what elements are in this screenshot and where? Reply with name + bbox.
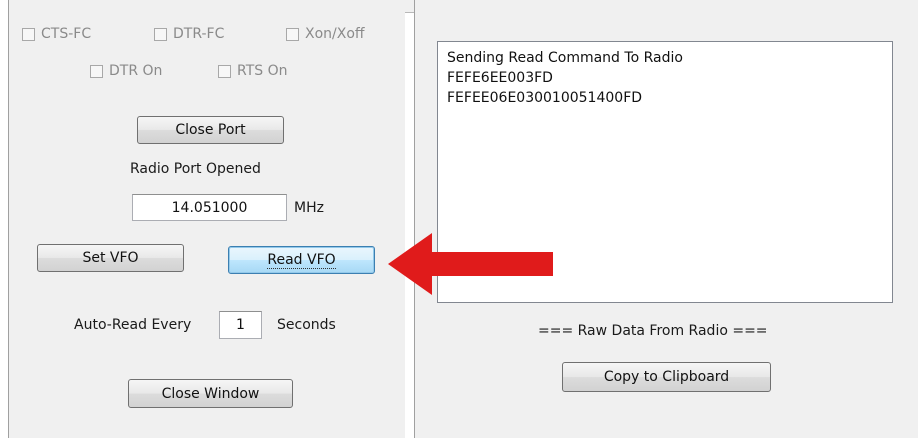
- copy-to-clipboard-button[interactable]: Copy to Clipboard: [562, 362, 771, 392]
- read-vfo-label: Read VFO: [267, 251, 336, 269]
- dtr-on-checkbox[interactable]: DTR On: [90, 63, 162, 79]
- raw-data-caption: === Raw Data From Radio ===: [538, 323, 768, 339]
- rts-on-label: RTS On: [237, 63, 288, 79]
- cts-fc-checkbox[interactable]: CTS-FC: [22, 26, 91, 42]
- dtr-on-label: DTR On: [109, 63, 163, 79]
- checkbox-box[interactable]: [90, 64, 103, 78]
- log-line: FEFE6EE003FD: [447, 70, 553, 86]
- dtr-fc-label: DTR-FC: [173, 26, 225, 42]
- set-vfo-label: Set VFO: [82, 250, 139, 266]
- checkbox-box[interactable]: [286, 27, 299, 41]
- dtr-fc-checkbox[interactable]: DTR-FC: [154, 26, 224, 42]
- auto-read-interval-input[interactable]: [219, 311, 262, 339]
- set-vfo-button[interactable]: Set VFO: [37, 244, 184, 272]
- read-vfo-button[interactable]: Read VFO: [228, 246, 375, 274]
- close-window-label: Close Window: [161, 385, 260, 402]
- frequency-unit: MHz: [294, 200, 324, 216]
- close-port-button[interactable]: Close Port: [137, 116, 284, 144]
- auto-read-prefix: Auto-Read Every: [74, 317, 192, 333]
- xon-xoff-label: Xon/Xoff: [305, 26, 365, 42]
- xon-xoff-checkbox[interactable]: Xon/Xoff: [286, 26, 365, 42]
- checkbox-box[interactable]: [22, 27, 35, 41]
- close-port-label: Close Port: [175, 122, 246, 138]
- red-arrow-icon: [388, 233, 553, 295]
- copy-to-clipboard-label: Copy to Clipboard: [603, 369, 730, 385]
- frequency-input[interactable]: [132, 194, 287, 221]
- port-status: Radio Port Opened: [130, 161, 261, 177]
- arrow-shape: [388, 233, 553, 295]
- log-line: FEFEE06E030010051400FD: [447, 90, 643, 106]
- auto-read-suffix: Seconds: [277, 317, 336, 333]
- close-window-button[interactable]: Close Window: [128, 379, 293, 408]
- rts-on-checkbox[interactable]: RTS On: [218, 63, 288, 79]
- log-line: Sending Read Command To Radio: [447, 50, 683, 66]
- cts-fc-label: CTS-FC: [41, 26, 92, 42]
- checkbox-box[interactable]: [218, 64, 231, 78]
- checkbox-box[interactable]: [154, 27, 167, 41]
